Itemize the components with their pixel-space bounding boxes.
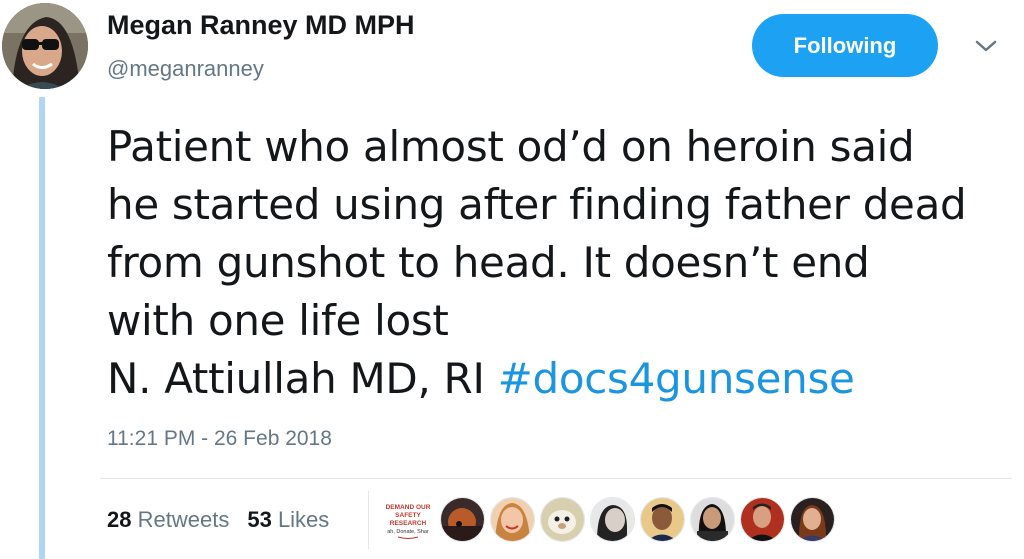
tweet-line: he started using after finding father de… bbox=[107, 180, 967, 229]
poster-text: DEMAND OUR bbox=[386, 504, 431, 511]
liker-avatar[interactable] bbox=[740, 497, 785, 542]
tweet-line-last: N. Attiullah MD, RI #docs4gunsense bbox=[107, 350, 1007, 408]
avatar-photo bbox=[2, 3, 88, 89]
liker-avatar[interactable] bbox=[790, 497, 835, 542]
liker-avatar[interactable] bbox=[540, 497, 585, 542]
thread-connector-line bbox=[39, 97, 45, 559]
retweets-label: Retweets bbox=[137, 507, 230, 532]
author-handle[interactable]: @meganranney bbox=[107, 56, 264, 82]
stats-divider bbox=[368, 491, 369, 549]
divider bbox=[100, 478, 1012, 479]
retweets-count: 28 bbox=[107, 507, 132, 532]
likes-count: 53 bbox=[247, 507, 272, 532]
liker-avatar[interactable] bbox=[640, 497, 685, 542]
liker-avatar[interactable] bbox=[690, 497, 735, 542]
poster-text: RESEARCH bbox=[390, 520, 427, 527]
chevron-down-icon[interactable] bbox=[972, 36, 1000, 56]
tweet-stats: 28 Retweets 53 Likes bbox=[107, 507, 329, 533]
likes-label: Likes bbox=[277, 507, 330, 532]
hashtag-link[interactable]: #docs4gunsense bbox=[498, 354, 855, 403]
tweet-line: with one life lost bbox=[107, 296, 449, 345]
likes-stat[interactable]: 53 Likes bbox=[247, 507, 329, 532]
poster-text: ah, Donate, Shar bbox=[387, 529, 429, 535]
avatar[interactable] bbox=[2, 3, 88, 89]
liker-avatar[interactable] bbox=[590, 497, 635, 542]
liker-avatar[interactable] bbox=[490, 497, 535, 542]
tweet-text: Patient who almost od’d on heroin said h… bbox=[107, 118, 1007, 408]
tweet-line: N. Attiullah MD, RI bbox=[107, 354, 498, 403]
tweet-line: Patient who almost od’d on heroin said bbox=[107, 122, 915, 171]
liker-avatar-poster[interactable]: DEMAND OUR SAFETY RESEARCH ah, Donate, S… bbox=[384, 500, 432, 540]
liker-avatar[interactable] bbox=[440, 497, 485, 542]
tweet-line: from gunshot to head. It doesn’t end bbox=[107, 238, 870, 287]
author-name[interactable]: Megan Ranney MD MPH bbox=[107, 10, 415, 41]
poster-text: SAFETY bbox=[395, 512, 421, 519]
following-button[interactable]: Following bbox=[752, 14, 938, 77]
retweets-stat[interactable]: 28 Retweets bbox=[107, 507, 229, 532]
tweet-timestamp[interactable]: 11:21 PM - 26 Feb 2018 bbox=[107, 427, 332, 451]
